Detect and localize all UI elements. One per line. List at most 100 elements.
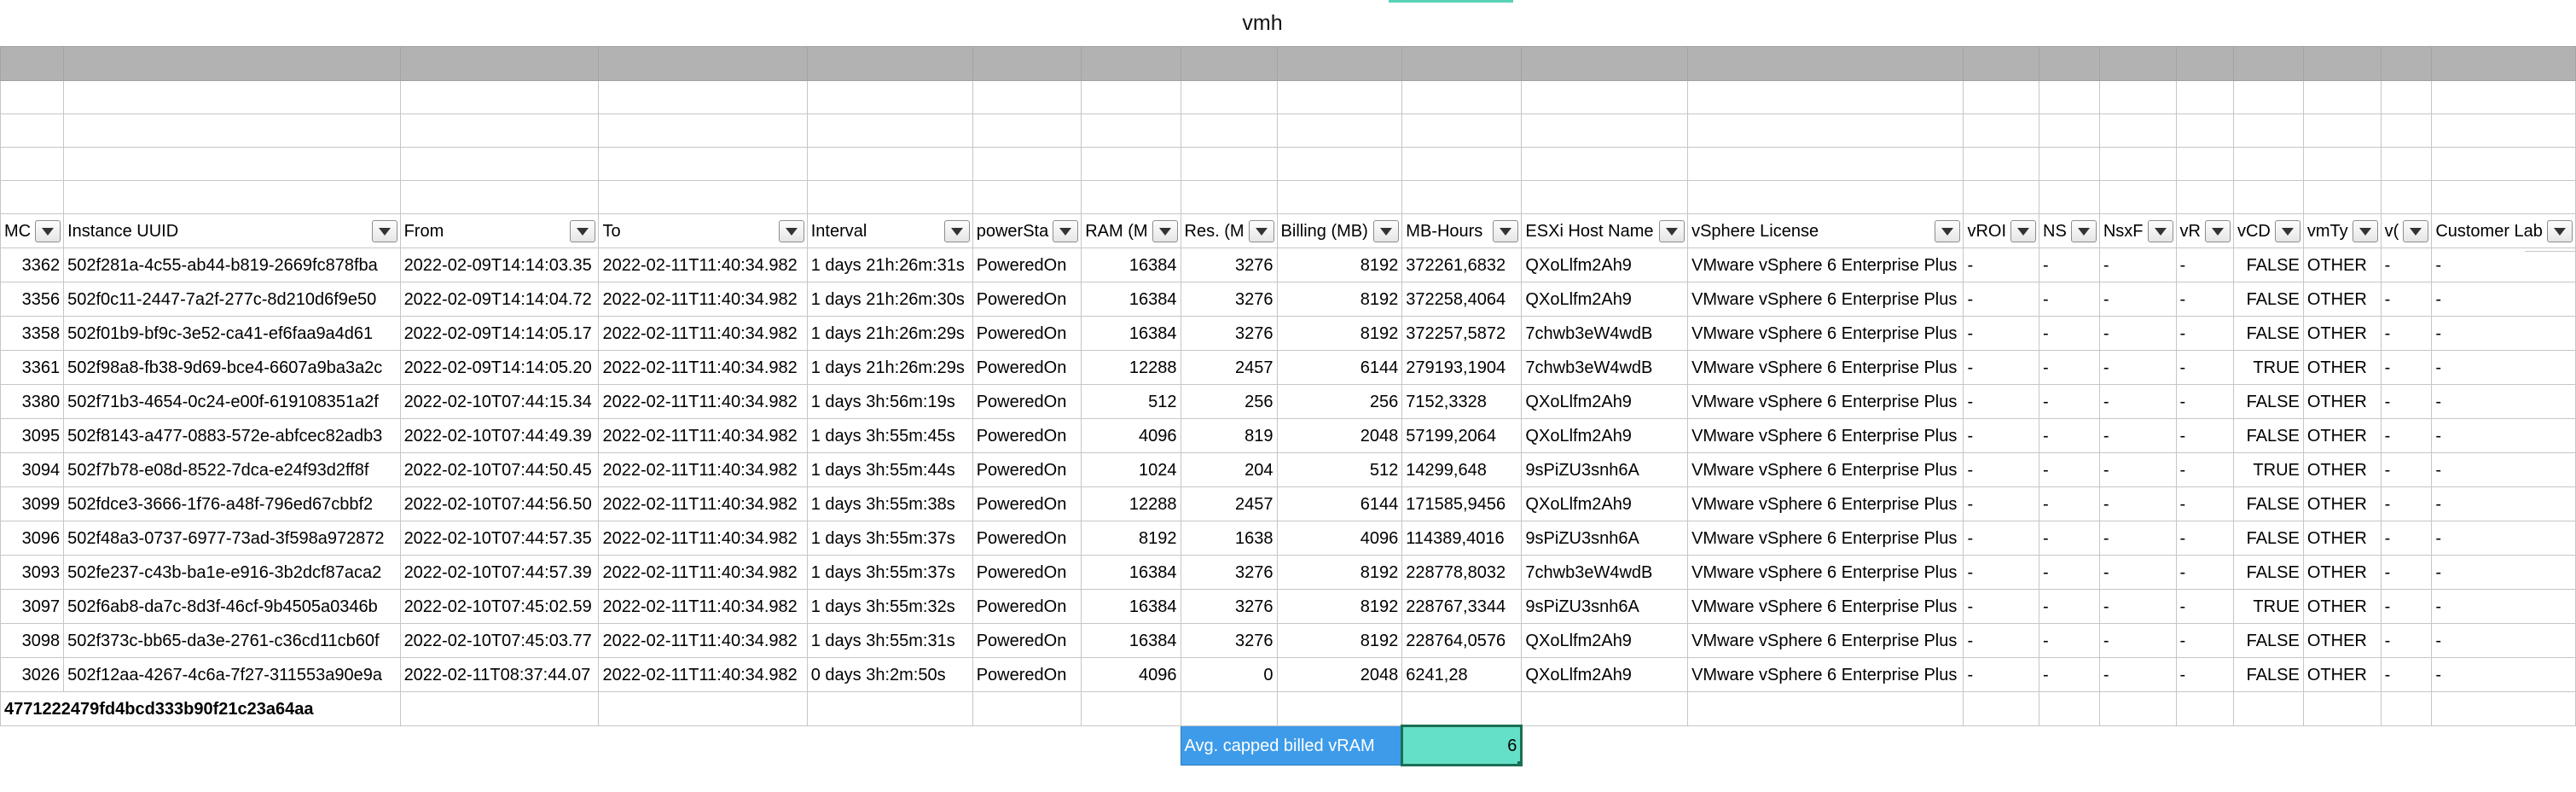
table-cell[interactable]: 2048 — [1276, 418, 1403, 453]
avg-capped-billed-vram-value[interactable]: 6 — [1401, 725, 1523, 766]
table-cell[interactable]: 114389,4016 — [1401, 521, 1523, 556]
empty-cell[interactable] — [2380, 114, 2433, 148]
header-band-cell[interactable] — [2039, 46, 2100, 81]
empty-cell[interactable] — [1081, 80, 1181, 114]
empty-cell[interactable] — [2431, 80, 2576, 114]
table-cell[interactable]: 1 days 3h:55m:32s — [806, 589, 973, 624]
empty-cell[interactable] — [2175, 180, 2234, 214]
table-cell[interactable]: - — [1963, 589, 2040, 624]
table-cell[interactable]: FALSE — [2232, 657, 2304, 692]
header-band-cell[interactable] — [1401, 46, 1523, 81]
empty-cell[interactable] — [2098, 114, 2177, 148]
table-cell[interactable]: - — [2380, 657, 2433, 692]
empty-cell[interactable] — [1276, 114, 1403, 148]
empty-cell[interactable] — [806, 114, 973, 148]
table-cell[interactable]: FALSE — [2232, 248, 2304, 282]
column-header-cell[interactable]: vCD — [2232, 213, 2304, 248]
empty-cell[interactable] — [1276, 180, 1403, 214]
table-cell[interactable]: 502f98a8-fb38-9d69-bce4-6607a9ba3a2c — [63, 350, 401, 385]
table-cell[interactable]: - — [2380, 248, 2433, 282]
table-cell[interactable]: - — [1963, 555, 2040, 590]
table-cell[interactable]: PoweredOn — [972, 521, 1082, 556]
empty-cell[interactable] — [1276, 691, 1403, 726]
table-cell[interactable]: VMware vSphere 6 Enterprise Plus — [1687, 555, 1964, 590]
table-cell[interactable]: - — [2380, 384, 2433, 419]
table-cell[interactable]: 2022-02-10T07:44:56.50 — [399, 486, 600, 521]
table-cell[interactable]: 2022-02-11T11:40:34.982 — [598, 657, 808, 692]
table-cell[interactable]: - — [2039, 555, 2100, 590]
table-cell[interactable]: 1 days 3h:55m:37s — [806, 555, 973, 590]
table-cell[interactable]: 228764,0576 — [1401, 623, 1523, 658]
table-cell[interactable]: PoweredOn — [972, 248, 1082, 282]
table-cell[interactable]: 1638 — [1180, 521, 1278, 556]
table-cell[interactable]: - — [2175, 248, 2234, 282]
table-cell[interactable]: - — [1963, 384, 2040, 419]
table-cell[interactable]: FALSE — [2232, 521, 2304, 556]
table-cell[interactable]: - — [2039, 350, 2100, 385]
table-cell[interactable]: 502f6ab8-da7c-8d3f-46cf-9b4505a0346b — [63, 589, 401, 624]
table-cell[interactable]: 2022-02-11T11:40:34.982 — [598, 248, 808, 282]
table-cell[interactable]: 1 days 21h:26m:30s — [806, 282, 973, 317]
table-cell[interactable]: PoweredOn — [972, 589, 1082, 624]
table-cell[interactable]: 6144 — [1276, 350, 1403, 385]
table-cell[interactable]: 16384 — [1081, 248, 1181, 282]
table-cell[interactable]: - — [2175, 384, 2234, 419]
filter-dropdown-icon[interactable] — [2070, 220, 2097, 242]
table-cell[interactable]: 3276 — [1180, 555, 1278, 590]
table-cell[interactable]: - — [2098, 486, 2177, 521]
empty-cell[interactable] — [2039, 114, 2100, 148]
table-cell[interactable]: 9sPiZU3snh6A — [1521, 452, 1689, 487]
table-cell[interactable]: 12288 — [1081, 350, 1181, 385]
table-cell[interactable]: - — [2431, 282, 2576, 317]
table-cell[interactable]: OTHER — [2302, 521, 2382, 556]
table-cell[interactable]: 3276 — [1180, 248, 1278, 282]
header-band-cell[interactable] — [972, 46, 1082, 81]
column-header-cell[interactable]: RAM (M — [1081, 213, 1181, 248]
table-cell[interactable]: 1 days 3h:55m:44s — [806, 452, 973, 487]
table-cell[interactable]: - — [2175, 589, 2234, 624]
table-cell[interactable]: - — [2098, 623, 2177, 658]
table-cell[interactable]: 2022-02-09T14:14:05.17 — [399, 316, 600, 351]
table-cell[interactable]: PoweredOn — [972, 555, 1082, 590]
table-cell[interactable]: - — [2098, 452, 2177, 487]
empty-cell[interactable] — [2098, 691, 2177, 726]
column-header-cell[interactable]: Interval — [806, 213, 973, 248]
table-cell[interactable]: OTHER — [2302, 589, 2382, 624]
empty-cell[interactable] — [1276, 80, 1403, 114]
table-cell[interactable]: - — [2039, 418, 2100, 453]
table-cell[interactable]: 2022-02-10T07:44:49.39 — [399, 418, 600, 453]
table-cell[interactable]: 256 — [1180, 384, 1278, 419]
table-cell[interactable]: 256 — [1276, 384, 1403, 419]
filter-dropdown-icon[interactable] — [1659, 220, 1685, 242]
table-cell[interactable]: 4096 — [1081, 418, 1181, 453]
empty-cell[interactable] — [1687, 147, 1964, 181]
table-cell[interactable]: 4096 — [1276, 521, 1403, 556]
empty-cell[interactable] — [2302, 80, 2382, 114]
table-cell[interactable]: 8192 — [1276, 248, 1403, 282]
empty-cell[interactable] — [1180, 114, 1278, 148]
table-cell[interactable]: 372261,6832 — [1401, 248, 1523, 282]
empty-cell[interactable] — [1521, 691, 1689, 726]
table-cell[interactable]: - — [2431, 486, 2576, 521]
table-cell[interactable]: - — [2431, 418, 2576, 453]
avg-capped-billed-vram-label[interactable]: Avg. capped billed vRAM — [1180, 725, 1403, 766]
filter-dropdown-icon[interactable] — [1152, 220, 1178, 242]
header-band-cell[interactable] — [1521, 46, 1689, 81]
empty-cell[interactable] — [1521, 147, 1689, 181]
table-cell[interactable]: 16384 — [1081, 589, 1181, 624]
empty-cell[interactable] — [1180, 691, 1278, 726]
empty-cell[interactable] — [2232, 147, 2304, 181]
spreadsheet-grid[interactable]: MC Instance UUID From To Interval powerSta RAM… — [0, 46, 2576, 766]
table-cell[interactable]: - — [2175, 452, 2234, 487]
table-cell[interactable]: - — [2431, 623, 2576, 658]
table-cell[interactable]: - — [1963, 623, 2040, 658]
table-cell[interactable]: 1 days 21h:26m:29s — [806, 350, 973, 385]
table-cell[interactable]: 2457 — [1180, 486, 1278, 521]
table-cell[interactable]: - — [2098, 316, 2177, 351]
table-cell[interactable]: FALSE — [2232, 316, 2304, 351]
empty-cell[interactable] — [2039, 80, 2100, 114]
table-cell[interactable]: 1 days 3h:55m:31s — [806, 623, 973, 658]
table-cell[interactable]: - — [2175, 418, 2234, 453]
table-cell[interactable]: - — [2380, 452, 2433, 487]
table-cell[interactable]: 2022-02-11T11:40:34.982 — [598, 589, 808, 624]
